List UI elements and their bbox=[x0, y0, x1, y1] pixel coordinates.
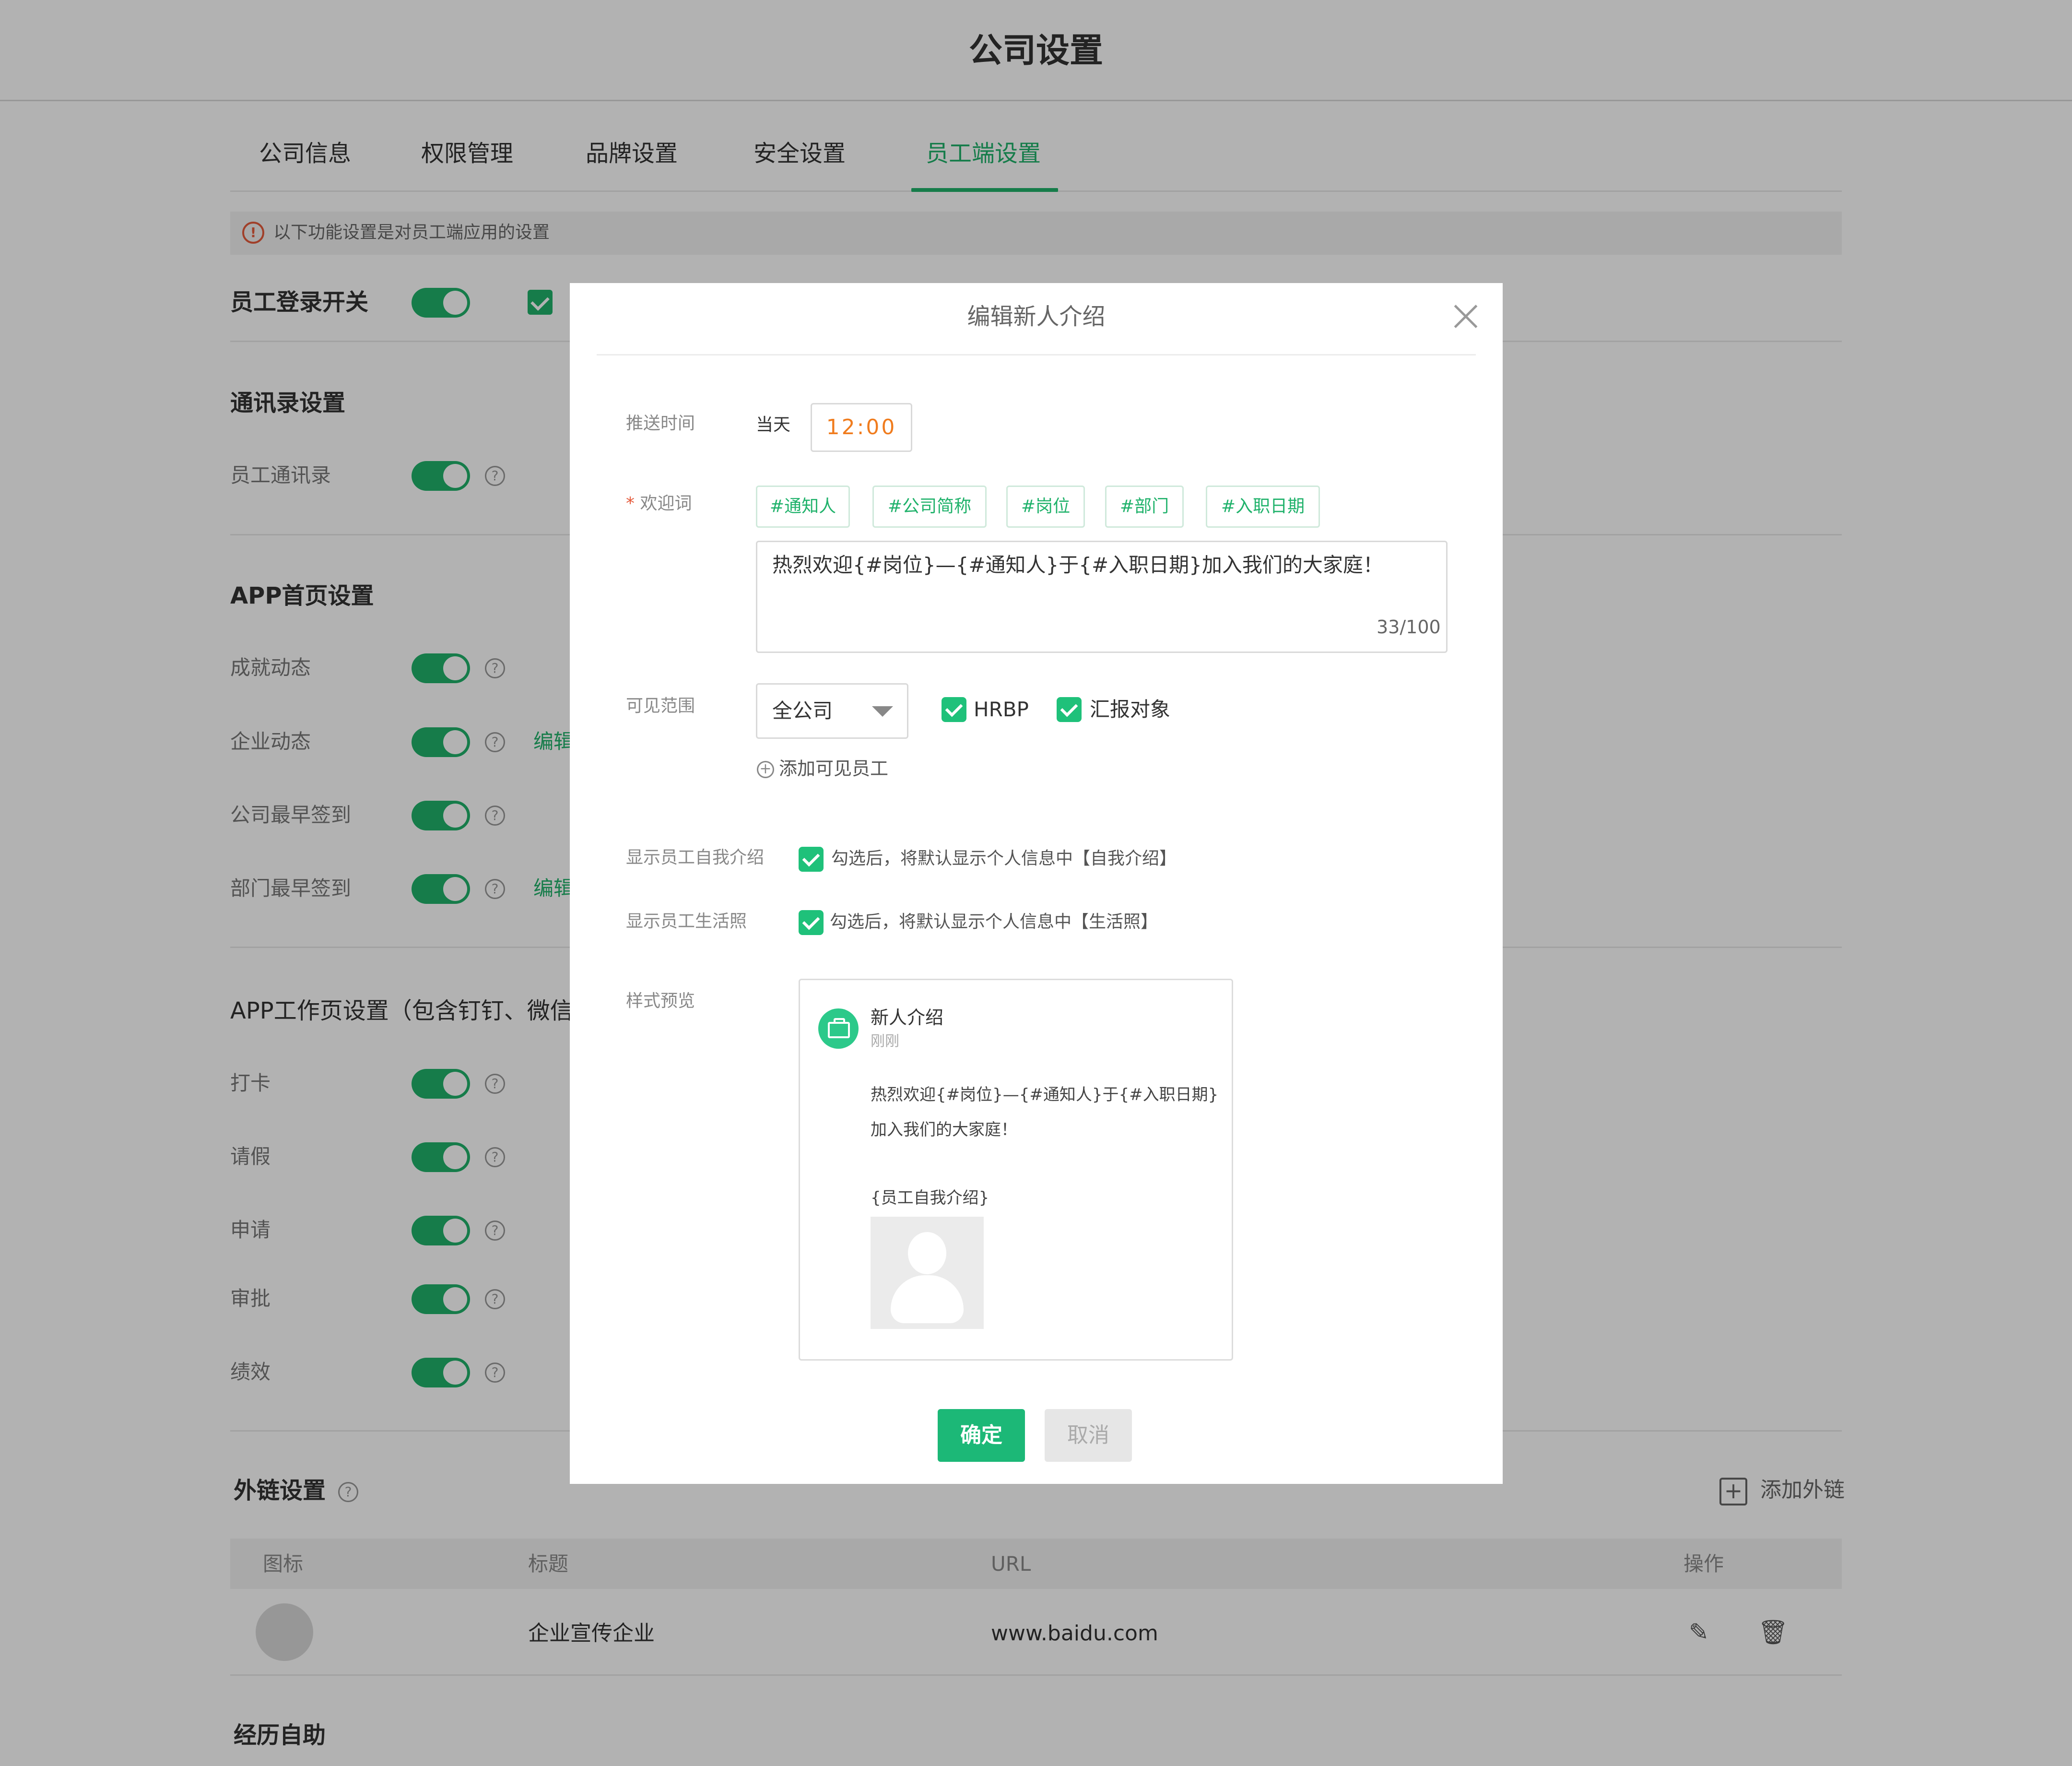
close-icon[interactable] bbox=[1450, 302, 1479, 331]
show-photo-text: 勾选后，将默认显示个人信息中【生活照】 bbox=[830, 912, 1158, 932]
modal-title: 编辑新人介绍 bbox=[967, 303, 1106, 330]
tag-position[interactable]: #岗位 bbox=[1006, 486, 1085, 528]
preview-label: 样式预览 bbox=[626, 991, 695, 1011]
preview-message-line-2: 加入我们的大家庭！ bbox=[871, 1120, 1017, 1139]
preview-card-title: 新人介绍 bbox=[871, 1007, 944, 1028]
avatar-placeholder-icon bbox=[871, 1217, 984, 1329]
welcome-text: 热烈欢迎{#岗位}—{#通知人}于{#入职日期}加入我们的大家庭！ bbox=[772, 553, 1383, 577]
visibility-label: 可见范围 bbox=[626, 696, 695, 716]
confirm-button[interactable]: 确定 bbox=[938, 1409, 1025, 1462]
char-count: 33/100 bbox=[1377, 616, 1441, 638]
push-time-input[interactable]: 12:00 bbox=[811, 403, 912, 452]
welcome-label: * 欢迎词 bbox=[626, 492, 692, 516]
report-to-checkbox[interactable] bbox=[1057, 697, 1082, 722]
preview-card-time: 刚刚 bbox=[871, 1033, 899, 1050]
show-intro-text: 勾选后，将默认显示个人信息中【自我介绍】 bbox=[831, 849, 1177, 868]
tag-notifier[interactable]: #通知人 bbox=[756, 486, 850, 528]
cancel-button[interactable]: 取消 bbox=[1045, 1409, 1132, 1462]
tag-onboard-date[interactable]: #入职日期 bbox=[1206, 486, 1320, 528]
add-visible-employee-button[interactable]: 添加可见员工 bbox=[779, 756, 888, 781]
visibility-select-value: 全公司 bbox=[772, 699, 833, 723]
required-mark: * bbox=[626, 494, 635, 513]
show-photo-checkbox[interactable] bbox=[799, 910, 824, 935]
push-time-label: 推送时间 bbox=[626, 414, 695, 433]
show-intro-checkbox[interactable] bbox=[799, 847, 824, 872]
preview-message-line-1: 热烈欢迎{#岗位}—{#通知人}于{#入职日期} bbox=[871, 1085, 1219, 1104]
briefcase-icon bbox=[818, 1008, 859, 1049]
hrbp-label: HRBP bbox=[974, 698, 1029, 721]
chevron-down-icon bbox=[872, 706, 893, 717]
preview-card bbox=[799, 979, 1233, 1361]
show-photo-label: 显示员工生活照 bbox=[626, 912, 747, 931]
hrbp-checkbox[interactable] bbox=[942, 697, 966, 722]
show-intro-label: 显示员工自我介绍 bbox=[626, 848, 765, 867]
company-settings-page: 公司设置 公司信息 权限管理 品牌设置 安全设置 员工端设置 ! 以下功能设置是… bbox=[0, 0, 2072, 1766]
modal-divider bbox=[597, 354, 1476, 356]
tag-company-short-name[interactable]: #公司简称 bbox=[872, 486, 987, 528]
push-day-text: 当天 bbox=[756, 415, 791, 435]
welcome-label-text: 欢迎词 bbox=[640, 494, 692, 513]
report-to-label: 汇报对象 bbox=[1090, 698, 1171, 721]
tag-department[interactable]: #部门 bbox=[1105, 486, 1184, 528]
preview-intro-placeholder: {员工自我介绍} bbox=[871, 1188, 989, 1208]
plus-circle-icon[interactable]: + bbox=[757, 761, 774, 778]
